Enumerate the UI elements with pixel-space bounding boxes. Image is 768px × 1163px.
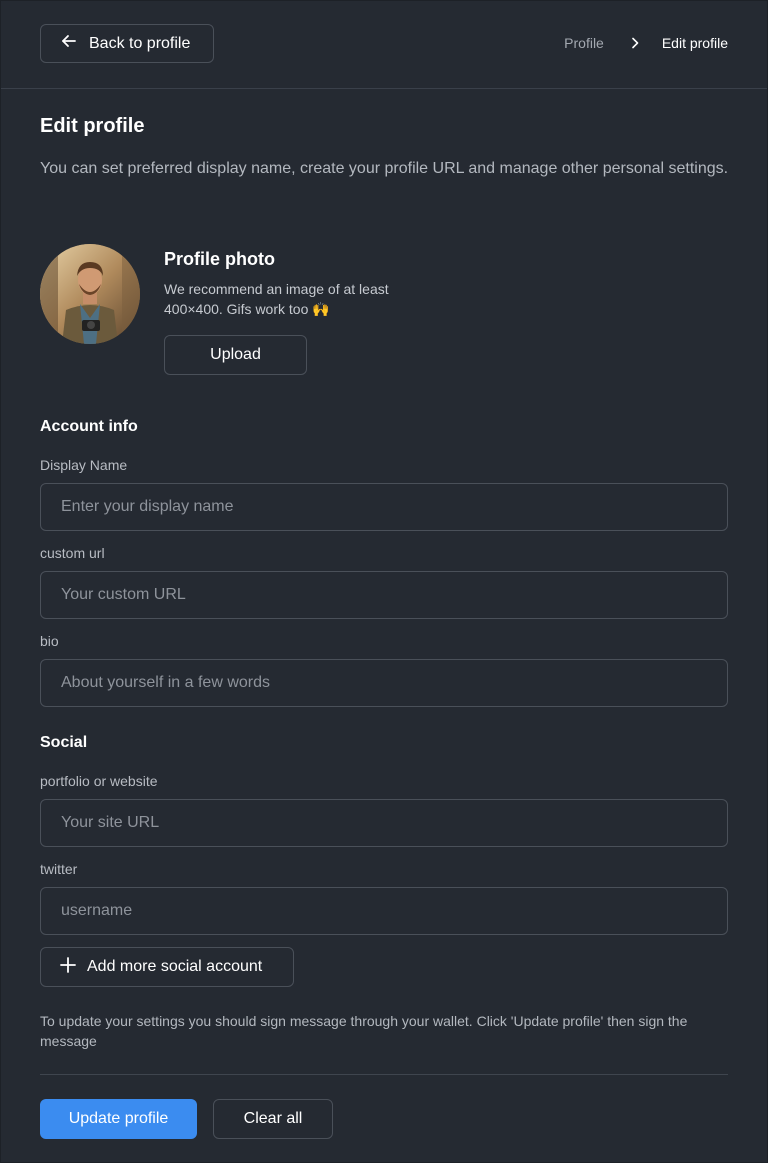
edit-profile-page: Back to profile Profile Edit profile Edi…	[0, 0, 768, 1163]
breadcrumb-current: Edit profile	[661, 35, 728, 51]
page-title: Edit profile	[40, 115, 145, 137]
page-description: You can set preferred display name, crea…	[40, 160, 729, 177]
clear-all-button[interactable]: Clear all	[213, 1099, 333, 1139]
back-button-label: Back to profile	[89, 34, 191, 52]
custom-url-input[interactable]	[40, 571, 728, 619]
social-title: Social	[40, 734, 88, 751]
upload-button[interactable]: Upload	[164, 335, 307, 375]
avatar	[40, 244, 140, 344]
display-name-input[interactable]	[40, 483, 728, 531]
custom-url-label: custom url	[40, 545, 105, 561]
profile-photo-note: We recommend an image of at least 400×40…	[164, 281, 389, 317]
arrow-left-icon	[59, 31, 79, 56]
twitter-label: twitter	[40, 861, 78, 877]
website-input[interactable]	[40, 799, 728, 847]
breadcrumb: Profile Edit profile	[564, 35, 728, 51]
twitter-input[interactable]	[40, 887, 728, 935]
wallet-sign-hint: To update your settings you should sign …	[40, 1013, 688, 1049]
add-social-label: Add more social account	[87, 958, 263, 975]
account-info-title: Account info	[40, 418, 138, 435]
add-social-account-button[interactable]: Add more social account	[40, 947, 294, 987]
back-to-profile-button[interactable]: Back to profile	[40, 24, 214, 63]
bio-input[interactable]	[40, 659, 728, 707]
website-label: portfolio or website	[40, 773, 158, 789]
top-bar: Back to profile Profile Edit profile	[1, 1, 767, 89]
bio-label: bio	[40, 633, 59, 649]
breadcrumb-profile-link[interactable]: Profile	[564, 35, 604, 51]
chevron-right-icon	[628, 36, 642, 50]
plus-icon	[59, 956, 77, 979]
display-name-label: Display Name	[40, 457, 128, 473]
footer-divider	[40, 1074, 728, 1075]
update-profile-button[interactable]: Update profile	[40, 1099, 197, 1139]
profile-photo-title: Profile photo	[164, 249, 275, 269]
